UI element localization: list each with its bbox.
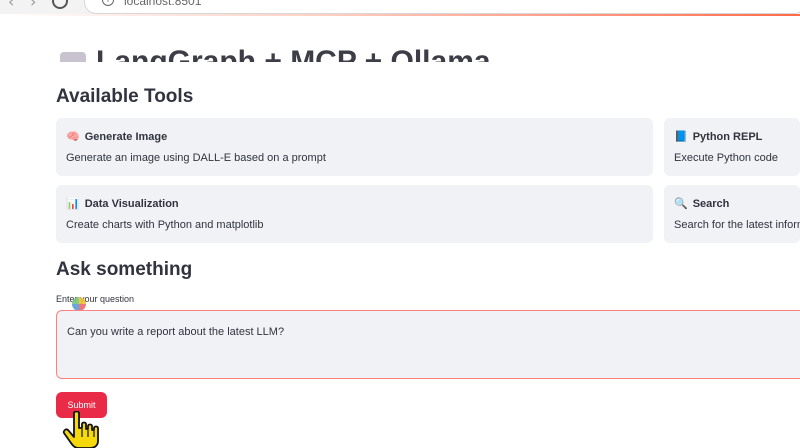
tool-description: Search for the latest inform	[674, 219, 800, 231]
magnifier-icon: 🔍	[674, 198, 688, 210]
tool-name-text: Generate Image	[84, 131, 168, 143]
tool-description: Execute Python code	[674, 152, 778, 164]
back-arrow-icon[interactable]: ‹	[8, 0, 14, 11]
tool-card-python-repl: 📘 Python REPL Execute Python code	[664, 118, 800, 176]
book-icon: 📘	[674, 131, 688, 143]
tool-name-text: Data Visualization	[84, 198, 179, 210]
brain-icon: 🧠	[66, 131, 80, 143]
tools-heading: Available Tools	[56, 86, 194, 107]
bar-chart-icon: 📊	[66, 198, 80, 210]
tool-name: 🔍 Search	[674, 197, 729, 210]
tool-card-generate-image: 🧠 Generate Image Generate an image using …	[56, 118, 653, 176]
question-field-label: Enter your question	[56, 294, 135, 304]
question-textarea[interactable]: Can you write a report about the latest …	[56, 310, 800, 379]
browser-toolbar: ‹ › i localhost:8501	[0, 0, 800, 14]
mouse-click-indicator-icon	[72, 297, 86, 311]
tool-name: 📘 Python REPL	[674, 130, 762, 143]
tool-card-data-visualization: 📊 Data Visualization Create charts with P…	[56, 185, 653, 243]
hand-pointer-cursor-icon	[62, 411, 99, 448]
app-title-text: LangGraph + MCP + Ollama	[96, 45, 491, 62]
tool-description: Create charts with Python and matplotlib	[66, 219, 264, 231]
tool-card-search: 🔍 Search Search for the latest inform	[664, 185, 800, 243]
reload-icon[interactable]	[52, 0, 68, 9]
tool-name-text: Search	[692, 198, 730, 210]
ask-heading: Ask something	[56, 259, 193, 280]
tool-description: Generate an image using DALL-E based on …	[66, 152, 326, 164]
app-logo-icon	[60, 52, 86, 62]
app-title: LangGraph + MCP + Ollama	[60, 34, 491, 62]
forward-arrow-icon[interactable]: ›	[30, 0, 36, 11]
url-text[interactable]: localhost:8501	[124, 0, 201, 8]
tool-name-text: Python REPL	[692, 131, 763, 143]
tool-name: 🧠 Generate Image	[66, 130, 167, 143]
tool-name: 📊 Data Visualization	[66, 197, 179, 210]
loading-bar	[0, 14, 800, 16]
